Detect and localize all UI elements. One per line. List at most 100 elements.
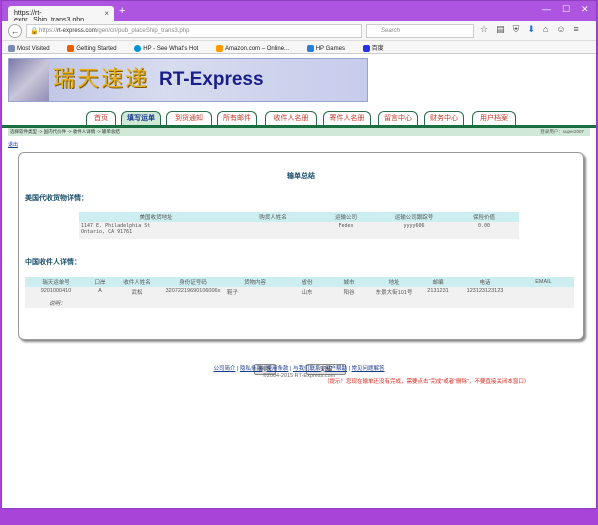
footer-links: 公司简介 | 隐私条款 | 使用条款 | 与我们联系 | 用户帮助 | 常见问题…	[213, 366, 385, 372]
baidu-icon	[362, 44, 370, 52]
banner-photo	[9, 59, 49, 101]
address-line2: Ontario, CA 91761	[81, 229, 133, 235]
bookmark-hp-hot[interactable]: HP - See What's Hot	[134, 44, 206, 52]
reading-list-icon[interactable]: ▤	[496, 24, 513, 34]
insurance-cell: 0.00	[449, 222, 519, 239]
firefox-icon	[67, 44, 75, 52]
smiley-icon[interactable]: ☺	[556, 24, 573, 34]
email-cell	[513, 287, 574, 298]
browser-tab[interactable]: https://rt-expr...Ship_trans3.php ×	[8, 6, 114, 24]
amazon-icon	[216, 44, 224, 52]
bookmark-baidu[interactable]: 百度	[362, 44, 392, 52]
col-waybill: 瑞天运单号	[25, 277, 87, 287]
tab-arrival-notice[interactable]: 到货通知	[166, 111, 212, 126]
col-postcode: 邮编	[419, 277, 457, 287]
minimize-icon[interactable]: —	[542, 4, 551, 14]
col-buyer: 购货人姓名	[233, 212, 313, 222]
bookmark-icon	[8, 44, 15, 52]
footer-link-privacy[interactable]: 隐私条款	[240, 366, 262, 372]
cn-recipient-table: 瑞天运单号 口岸 收件人姓名 身份证号码 货物内容 省份 城市 地址 邮编 电话…	[25, 277, 574, 308]
col-port: 口岸	[87, 277, 113, 287]
download-icon[interactable]: ⬇	[527, 24, 543, 34]
tab-senders[interactable]: 寄件人名册	[323, 111, 371, 126]
col-city: 城市	[329, 277, 369, 287]
footer-link-contact[interactable]: 与我们联系	[293, 366, 321, 372]
col-contents: 货物内容	[225, 277, 285, 287]
cn-section-title: 中国收件人详情：	[25, 259, 81, 266]
page-content: 瑞天速递 RT-Express 首页 填写运单 到货通知 所有邮件 收件人名册 …	[2, 55, 596, 508]
star-icon[interactable]: ☆	[480, 24, 496, 34]
buyer-cell	[233, 222, 313, 239]
carrier-cell: Fedex	[313, 222, 379, 239]
note-label: 说明：	[25, 298, 574, 308]
col-carrier: 运输公司	[313, 212, 379, 222]
address-cell: 东景大街101号	[369, 287, 419, 298]
col-address: 地址	[369, 277, 419, 287]
note-row: 说明：	[25, 298, 574, 308]
back-button[interactable]: ←	[8, 24, 22, 38]
page-title: 输单总结	[287, 173, 315, 180]
tab-messages[interactable]: 留言中心	[378, 111, 418, 126]
lock-icon: 🔒	[30, 28, 39, 35]
address-bar[interactable]: 🔒 https://rt-express.com/gen/cn/pub_plac…	[26, 24, 362, 38]
hp-icon	[134, 44, 142, 52]
maximize-icon[interactable]: ☐	[562, 4, 570, 15]
games-icon	[306, 44, 314, 52]
search-placeholder: Search	[381, 28, 401, 34]
url-prefix: https://	[39, 28, 58, 34]
tab-recipients[interactable]: 收件人名册	[265, 111, 317, 126]
col-phone: 电话	[457, 277, 513, 287]
bookmark-amazon[interactable]: Amazon.com – Online...	[216, 44, 297, 52]
new-tab-button[interactable]: +	[119, 5, 125, 17]
footer-link-faq[interactable]: 常见问题解答	[352, 366, 385, 372]
footer-link-about[interactable]: 公司简介	[213, 366, 235, 372]
browser-window: https://rt-expr...Ship_trans3.php × + — …	[1, 0, 597, 509]
col-insurance: 保险价值	[449, 212, 519, 222]
bookmark-getting-started[interactable]: Getting Started	[67, 44, 124, 52]
waybill-cell: 9201000410	[25, 287, 87, 298]
tab-home[interactable]: 首页	[86, 111, 116, 126]
recipient-cell: 武松	[113, 287, 161, 298]
url-path: /gen/cn/pub_placeShip_trans3.php	[96, 28, 190, 34]
tracking-cell: yyyy606	[379, 222, 449, 239]
close-window-icon[interactable]: ✕	[581, 4, 589, 15]
postcode-cell: 2131231	[419, 287, 457, 298]
nav-bar: ← 🔒 https://rt-express.com/gen/cn/pub_pl…	[2, 21, 596, 41]
exit-link[interactable]: 退出	[8, 141, 18, 148]
close-tab-icon[interactable]: ×	[104, 9, 109, 18]
col-recipient: 收件人姓名	[113, 277, 161, 287]
home-icon[interactable]: ⌂	[543, 24, 556, 34]
tab-finance[interactable]: 财务中心	[424, 111, 464, 126]
col-tracking: 运输公司跟踪号	[379, 212, 449, 222]
toolbar-icons: ☆▤⛨⬇⌂☺≡	[480, 24, 587, 35]
city-cell: 阳谷	[329, 287, 369, 298]
us-section-title: 美国代收货物详情：	[25, 195, 88, 202]
logged-in-user: 登录用户：super2007	[540, 129, 584, 134]
tab-all-mail[interactable]: 所有邮件	[217, 111, 257, 126]
search-input[interactable]: Search	[366, 24, 474, 38]
banner-chinese-title: 瑞天速递	[53, 67, 150, 92]
table-header-row: 美国收货地址 购货人姓名 运输公司 运输公司跟踪号 保险价值	[79, 212, 519, 222]
phone-cell: 123123123123	[457, 287, 513, 298]
footer-link-help[interactable]: 用户帮助	[325, 366, 347, 372]
bookmark-most-visited[interactable]: Most Visited	[8, 44, 58, 52]
us-address-cell: 1147 E. Philadelphia St Ontario, CA 9176…	[79, 222, 233, 239]
province-cell: 山东	[285, 287, 329, 298]
bookmark-hp-games[interactable]: HP Games	[306, 44, 353, 52]
port-cell: A	[87, 287, 113, 298]
contents-cell: 鞋子	[225, 287, 285, 298]
breadcrumb: 选择软件类型 -> 国内代价件 -> 收件人详情 -> 输单总结 登录用户：su…	[8, 128, 590, 136]
breadcrumb-text: 选择软件类型 -> 国内代价件 -> 收件人详情 -> 输单总结	[10, 129, 120, 134]
url-domain: rt-express.com	[57, 28, 97, 34]
table-row: 1147 E. Philadelphia St Ontario, CA 9176…	[79, 222, 519, 239]
bookmarks-bar: Most Visited Getting Started HP - See Wh…	[2, 41, 596, 54]
col-email: EMAIL	[513, 277, 574, 287]
shield-icon[interactable]: ⛨	[513, 24, 528, 34]
menu-icon[interactable]: ≡	[574, 24, 587, 34]
tab-profile[interactable]: 用户档案	[472, 111, 516, 126]
footer-link-terms[interactable]: 使用条款	[266, 366, 288, 372]
table-row: 9201000410 A 武松 32072219690106006x 鞋子 山东…	[25, 287, 574, 298]
col-us-address: 美国收货地址	[79, 212, 233, 222]
tab-fill-waybill[interactable]: 填写运单	[121, 111, 161, 126]
id-cell: 32072219690106006x	[161, 287, 225, 298]
